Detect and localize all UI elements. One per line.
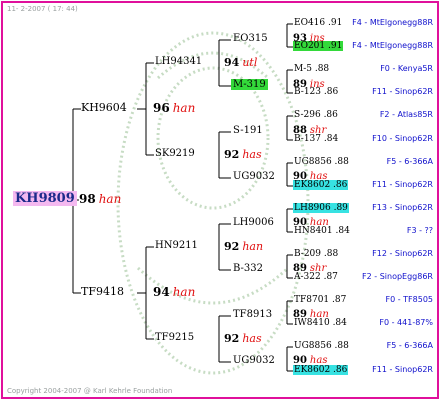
gen2-2-score: 92 xyxy=(224,147,240,161)
gen2-3-score-group: 92 han xyxy=(224,240,263,253)
gen2-name-1[interactable]: LH94341 xyxy=(155,56,202,67)
gen4-origin-11: F12 - Sinop62R xyxy=(372,249,433,258)
gen4-origin-16: F11 - Sinop62R xyxy=(372,365,433,374)
gen3-name-4[interactable]: UG9032 xyxy=(231,171,277,182)
gen4-name-5[interactable]: S-296 .86 xyxy=(293,110,339,120)
gen4-origin-12: F2 - SinopEgg86R xyxy=(362,272,433,281)
gen4-origin-1: F4 - MtElgonegg88R xyxy=(352,18,433,27)
gen4-origin-4: F11 - Sinop62R xyxy=(372,87,433,96)
gen4-origin-6: F10 - Sinop62R xyxy=(372,134,433,143)
root-bee-name[interactable]: KH9809 xyxy=(13,191,77,206)
gen4-origin-8: F11 - Sinop62R xyxy=(372,180,433,189)
gen4-name-9[interactable]: LH8906 .89 xyxy=(293,203,349,213)
gen2-3-score: 92 xyxy=(224,239,240,253)
gen2-4-symbol: has xyxy=(242,331,262,345)
gen4-name-13[interactable]: TF8701 .87 xyxy=(293,295,347,305)
gen4-origin-10: F3 - ?? xyxy=(406,226,433,235)
root-score-group: 98 han xyxy=(79,192,121,206)
gen4-name-16[interactable]: EK8602 .86 xyxy=(293,365,349,375)
gen1-name-2[interactable]: TF9418 xyxy=(81,285,124,298)
gen4-origin-9: F13 - Sinop62R xyxy=(372,203,433,212)
gen4-origin-2: F4 - MtElgonegg88R xyxy=(352,41,433,50)
gen4-name-8[interactable]: EK8602 .86 xyxy=(293,180,349,190)
gen1-2-score-group: 94 han xyxy=(153,285,195,299)
gen4-origin-14: F0 - 441-87% xyxy=(379,318,433,327)
gen4-name-4[interactable]: B-123 .86 xyxy=(293,87,339,97)
gen3-name-7[interactable]: TF8913 xyxy=(231,309,274,320)
gen1-name-1[interactable]: KH9604 xyxy=(81,101,127,114)
gen1-1-score: 96 xyxy=(153,101,170,115)
root-score: 98 xyxy=(79,192,96,206)
gen4-name-6[interactable]: B-137 .84 xyxy=(293,134,339,144)
gen4-name-15[interactable]: UG8856 .88 xyxy=(293,341,350,351)
gen3-name-6[interactable]: B-332 xyxy=(231,263,265,274)
copyright-footer: Copyright 2004-2007 @ Karl Kehrle Founda… xyxy=(7,387,173,395)
gen4-name-2[interactable]: EO201 .91 xyxy=(293,41,344,51)
gen2-3-symbol: han xyxy=(242,239,264,253)
gen3-name-8[interactable]: UG9032 xyxy=(231,355,277,366)
gen4-name-11[interactable]: B-209 .88 xyxy=(293,249,339,259)
root-symbol: han xyxy=(98,192,122,206)
gen4-origin-5: F2 - Atlas85R xyxy=(379,110,433,119)
gen2-name-2[interactable]: SK9219 xyxy=(155,148,195,159)
gen1-2-score: 94 xyxy=(153,285,170,299)
gen3-name-1[interactable]: EO315 xyxy=(231,33,270,44)
gen1-1-symbol: han xyxy=(172,101,196,115)
gen2-4-score: 92 xyxy=(224,331,240,345)
gen4-name-3[interactable]: M-5 .88 xyxy=(293,64,330,74)
gen2-1-score: 94 xyxy=(224,55,240,69)
gen2-2-symbol: has xyxy=(242,147,262,161)
gen2-name-4[interactable]: TF9215 xyxy=(155,332,194,343)
gen4-name-10[interactable]: HN8401 .84 xyxy=(293,226,351,236)
gen2-4-score-group: 92 has xyxy=(224,332,262,345)
gen2-2-score-group: 92 has xyxy=(224,148,262,161)
gen3-name-3[interactable]: S-191 xyxy=(231,125,265,136)
gen2-1-score-group: 94 utl xyxy=(224,56,257,69)
gen4-origin-15: F5 - 6-366A xyxy=(386,341,433,350)
gen2-name-3[interactable]: HN9211 xyxy=(155,240,198,251)
gen4-origin-3: F0 - Kenya5R xyxy=(380,64,433,73)
gen1-2-symbol: han xyxy=(172,285,196,299)
gen4-name-14[interactable]: IW8410 .84 xyxy=(293,318,348,328)
gen1-1-score-group: 96 han xyxy=(153,101,195,115)
gen2-1-symbol: utl xyxy=(242,55,258,69)
gen4-origin-7: F5 - 6-366A xyxy=(386,157,433,166)
gen4-name-1[interactable]: EO416 .91 xyxy=(293,18,343,28)
gen3-name-5[interactable]: LH9006 xyxy=(231,217,276,228)
gen4-name-12[interactable]: A-322 .87 xyxy=(293,272,339,282)
pedigree-frame: 11- 2-2007 ( 17: 44) KH9809 98 han KH9604 96… xyxy=(1,1,439,399)
gen4-name-7[interactable]: UG8856 .88 xyxy=(293,157,350,167)
gen3-name-2[interactable]: M-319 xyxy=(231,79,268,90)
gen4-origin-13: F0 - TF8505 xyxy=(385,295,433,304)
